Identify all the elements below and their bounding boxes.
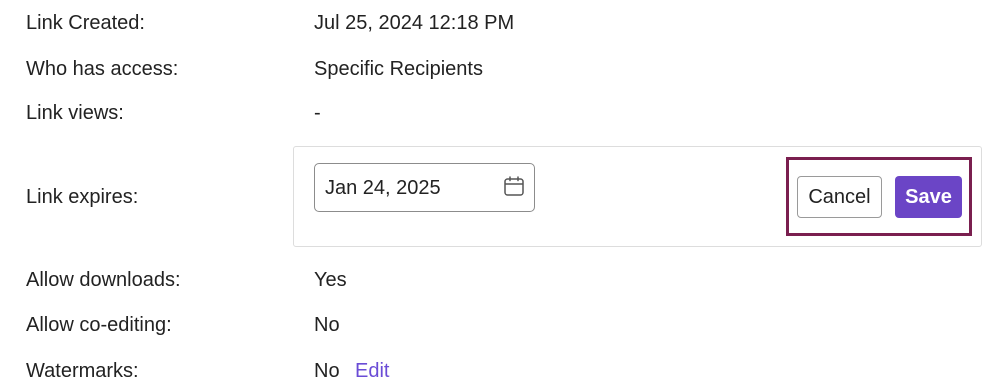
allow-downloads-label: Allow downloads: <box>26 269 181 291</box>
expiry-date-input[interactable]: Jan 24, 2025 <box>314 163 535 212</box>
allow-coediting-value: No <box>314 314 340 336</box>
watermarks-label: Watermarks: <box>26 360 139 382</box>
link-created-value: Jul 25, 2024 12:18 PM <box>314 12 515 34</box>
link-created-label: Link Created: <box>26 12 145 34</box>
watermarks-value: No <box>314 360 340 382</box>
allow-coediting-label: Allow co-editing: <box>26 314 172 336</box>
calendar-icon[interactable] <box>503 175 525 197</box>
expiry-date-value: Jan 24, 2025 <box>325 177 441 199</box>
who-has-access-label: Who has access: <box>26 58 179 80</box>
link-expires-label: Link expires: <box>26 186 139 208</box>
who-has-access-value: Specific Recipients <box>314 58 483 80</box>
cancel-button[interactable]: Cancel <box>797 176 882 218</box>
watermarks-edit-link[interactable]: Edit <box>355 359 389 383</box>
allow-downloads-value: Yes <box>314 269 347 291</box>
link-views-label: Link views: <box>26 102 124 124</box>
link-views-value: - <box>314 102 321 124</box>
save-button[interactable]: Save <box>895 176 962 218</box>
